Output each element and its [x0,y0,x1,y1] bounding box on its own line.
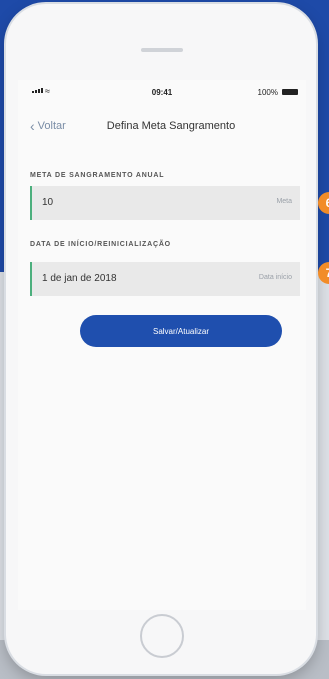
annual-goal-value: 10 [42,197,54,208]
annual-goal-label: META DE SANGRAMENTO ANUAL [30,172,165,179]
annual-goal-field[interactable]: 10 Meta [30,186,300,220]
annual-goal-hint: Meta [276,198,292,205]
battery-icon [282,89,298,95]
save-update-button[interactable]: Salvar/Atualizar [80,315,282,347]
phone-frame: ≈ 09:41 100% ‹ Voltar Defina Meta Sangra… [6,4,316,674]
start-date-value: 1 de jan de 2018 [42,273,117,284]
speaker-grille [141,48,183,52]
app-screen: ≈ 09:41 100% ‹ Voltar Defina Meta Sangra… [18,80,306,610]
navigation-bar: ‹ Voltar Defina Meta Sangramento [18,116,306,138]
home-button[interactable] [140,614,184,658]
start-date-label: DATA DE INÍCIO/REINICIALIZAÇÃO [30,241,171,248]
battery-percent: 100% [257,88,278,97]
start-date-field[interactable]: 1 de jan de 2018 Data início [30,262,300,296]
start-date-hint: Data início [258,274,292,281]
page-title: Defina Meta Sangramento [106,120,236,132]
status-bar: ≈ 09:41 100% [18,86,306,102]
